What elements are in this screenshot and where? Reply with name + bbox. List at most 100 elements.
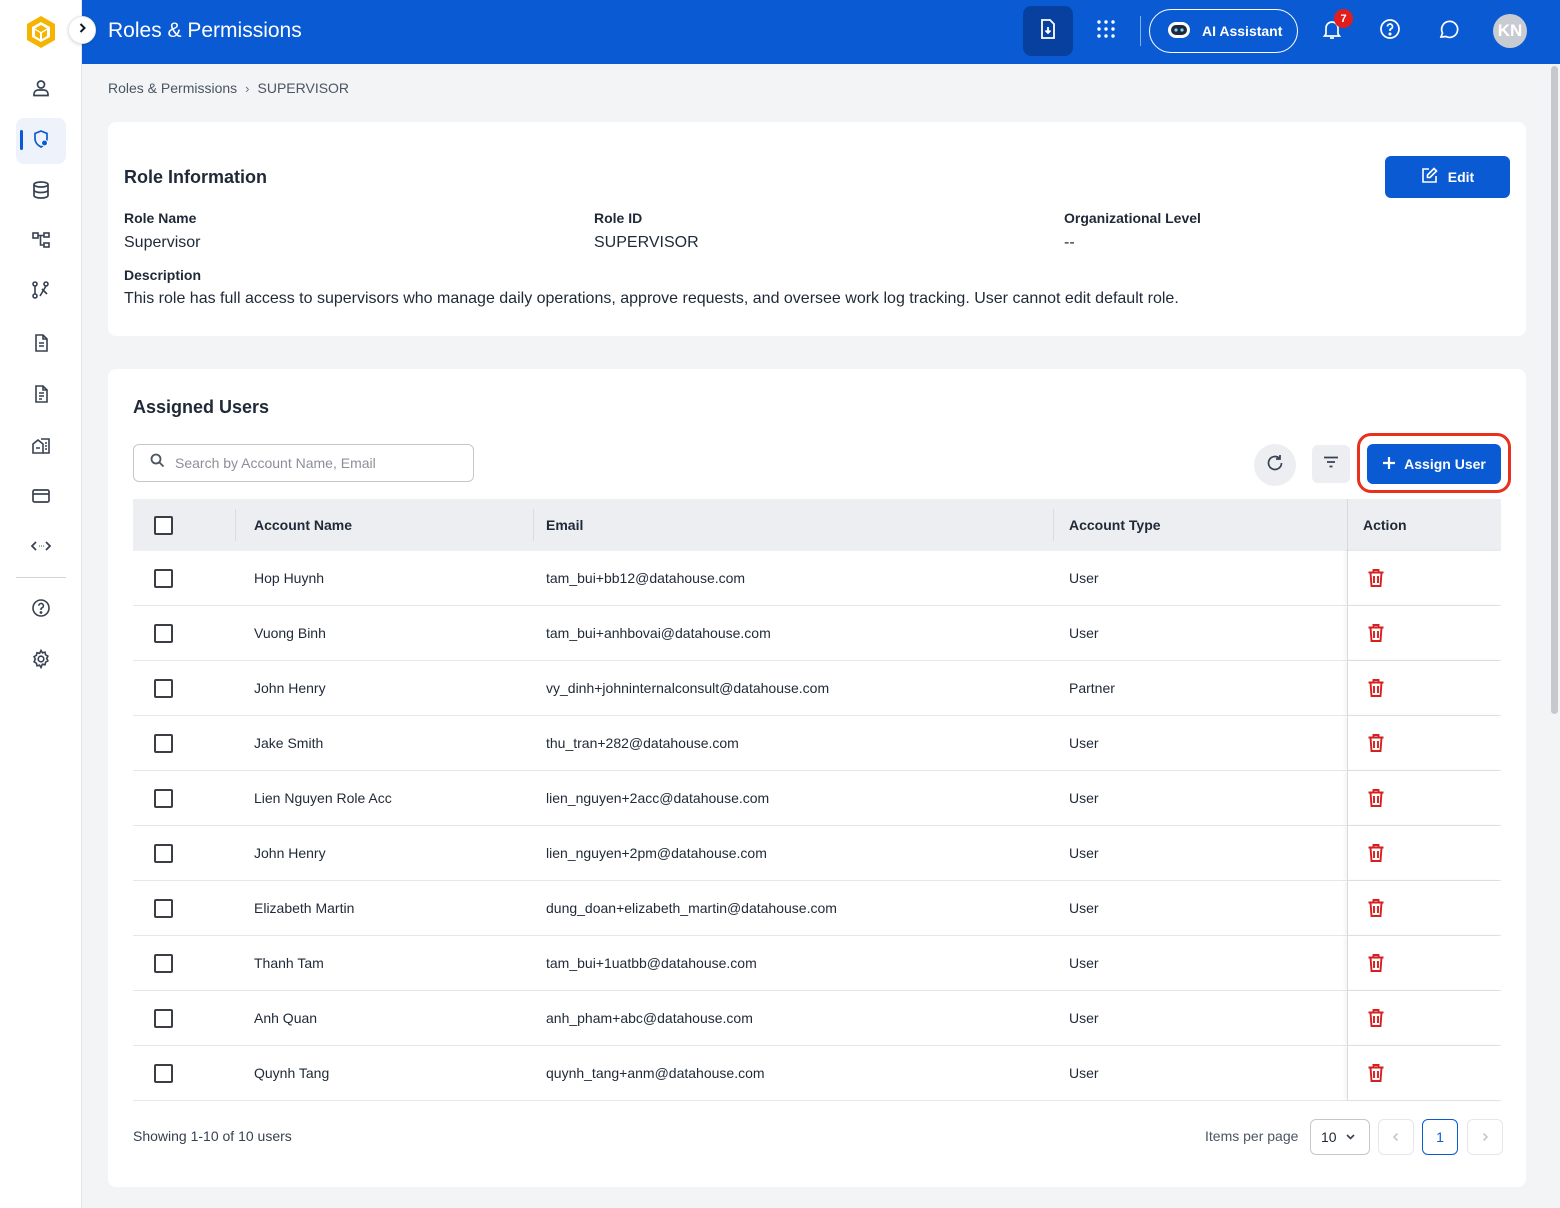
trash-icon[interactable] (1367, 788, 1385, 808)
previous-page-button[interactable] (1378, 1119, 1414, 1155)
trash-icon[interactable] (1367, 953, 1385, 973)
account-name-cell: Jake Smith (254, 735, 324, 751)
shield-lock-icon (31, 129, 51, 154)
row-checkbox[interactable] (154, 623, 173, 643)
row-select-cell (154, 551, 173, 605)
account-type-cell: User (1069, 1010, 1099, 1026)
email-cell: dung_doan+elizabeth_martin@datahouse.com (546, 900, 837, 916)
download-button[interactable] (1023, 6, 1073, 56)
sidebar-item-reports[interactable] (16, 373, 66, 419)
action-cell (1347, 551, 1501, 605)
email-cell: thu_tran+282@datahouse.com (546, 735, 739, 751)
trash-icon[interactable] (1367, 898, 1385, 918)
filter-button[interactable] (1312, 445, 1350, 483)
chat-button[interactable] (1432, 15, 1464, 47)
account-type-cell: User (1069, 900, 1099, 916)
search-box[interactable] (133, 444, 474, 482)
sidebar-item-roles[interactable] (16, 118, 66, 164)
breadcrumb-current: SUPERVISOR (257, 80, 350, 96)
items-per-page-label: Items per page (1205, 1128, 1299, 1144)
top-bar: Roles & Permissions AI Assistant 7 KN (82, 0, 1560, 64)
trash-icon[interactable] (1367, 678, 1385, 698)
trash-icon[interactable] (1367, 568, 1385, 588)
trash-icon[interactable] (1367, 843, 1385, 863)
sidebar-item-data[interactable] (16, 169, 66, 215)
user-icon (31, 78, 51, 103)
help-icon (1379, 18, 1401, 45)
breadcrumb-parent[interactable]: Roles & Permissions (108, 80, 237, 96)
select-all-checkbox[interactable] (154, 515, 173, 535)
row-checkbox[interactable] (154, 568, 173, 588)
column-header-email[interactable]: Email (546, 499, 583, 551)
ai-assistant-label: AI Assistant (1202, 23, 1283, 39)
sidebar-item-documents[interactable] (16, 322, 66, 368)
row-checkbox[interactable] (154, 788, 173, 808)
sidebar-item-hierarchy[interactable] (16, 219, 66, 265)
email-cell: vy_dinh+johninternalconsult@datahouse.co… (546, 680, 830, 696)
sidebar-item-billing[interactable] (16, 475, 66, 521)
role-information-card: Role Information Edit Role Name Supervis… (108, 122, 1526, 336)
email-cell: tam_bui+1uatbb@datahouse.com (546, 955, 757, 971)
email-cell: tam_bui+anhbovai@datahouse.com (546, 625, 771, 641)
sidebar-item-help[interactable] (16, 587, 66, 633)
role-id-label: Role ID (594, 210, 643, 226)
row-checkbox[interactable] (154, 953, 173, 973)
account-type-cell: User (1069, 845, 1099, 861)
refresh-button[interactable] (1254, 444, 1296, 486)
robot-icon (1166, 19, 1192, 44)
account-type-cell: Partner (1069, 680, 1115, 696)
refresh-icon (1265, 453, 1285, 478)
document-list-icon (31, 384, 51, 409)
sidebar-expand-button[interactable] (68, 16, 96, 44)
trash-icon[interactable] (1367, 1008, 1385, 1028)
sidebar-item-settings[interactable] (16, 638, 66, 684)
avatar[interactable]: KN (1493, 14, 1527, 48)
next-page-button[interactable] (1467, 1119, 1503, 1155)
account-type-cell: User (1069, 955, 1099, 971)
row-checkbox[interactable] (154, 678, 173, 698)
table-row: Anh Quan anh_pham+abc@datahouse.com User (133, 991, 1501, 1046)
ai-assistant-button[interactable]: AI Assistant (1149, 9, 1298, 53)
row-checkbox[interactable] (154, 1008, 173, 1028)
items-per-page-select[interactable]: 10 (1310, 1119, 1370, 1155)
sidebar-item-integrations[interactable] (16, 525, 66, 571)
hierarchy-icon (31, 230, 51, 255)
items-per-page-value: 10 (1321, 1129, 1337, 1145)
action-cell (1347, 991, 1501, 1045)
sidebar-item-workflow[interactable] (16, 269, 66, 315)
row-checkbox[interactable] (154, 1063, 173, 1083)
showing-count: Showing 1-10 of 10 users (133, 1128, 292, 1144)
header-divider (533, 509, 534, 541)
assign-user-button[interactable]: Assign User (1367, 444, 1501, 484)
building-icon (31, 435, 51, 460)
sidebar-divider (16, 577, 66, 578)
header-divider (1053, 509, 1054, 541)
edit-button[interactable]: Edit (1385, 156, 1510, 198)
column-header-account-name[interactable]: Account Name (254, 499, 352, 551)
apps-grid-icon (1096, 19, 1116, 44)
sidebar-item-users[interactable] (16, 67, 66, 113)
apps-button[interactable] (1090, 15, 1122, 47)
page-button-current[interactable]: 1 (1422, 1119, 1458, 1155)
trash-icon[interactable] (1367, 623, 1385, 643)
row-select-cell (154, 881, 173, 935)
row-checkbox[interactable] (154, 898, 173, 918)
card-icon (31, 486, 51, 511)
assign-user-label: Assign User (1404, 456, 1486, 472)
action-cell (1347, 606, 1501, 660)
trash-icon[interactable] (1367, 1063, 1385, 1083)
page-title: Roles & Permissions (108, 19, 302, 42)
help-button[interactable] (1374, 15, 1406, 47)
row-checkbox[interactable] (154, 733, 173, 753)
row-checkbox[interactable] (154, 843, 173, 863)
scrollbar-thumb[interactable] (1551, 66, 1558, 714)
column-header-account-type[interactable]: Account Type (1069, 499, 1161, 551)
trash-icon[interactable] (1367, 733, 1385, 753)
row-select-cell (154, 826, 173, 880)
account-name-cell: Anh Quan (254, 1010, 318, 1026)
sidebar-item-organization[interactable] (16, 424, 66, 470)
app-logo[interactable] (24, 14, 58, 50)
search-input[interactable] (175, 455, 455, 471)
account-name-cell: Elizabeth Martin (254, 900, 355, 916)
chevron-left-icon (1391, 1129, 1401, 1145)
